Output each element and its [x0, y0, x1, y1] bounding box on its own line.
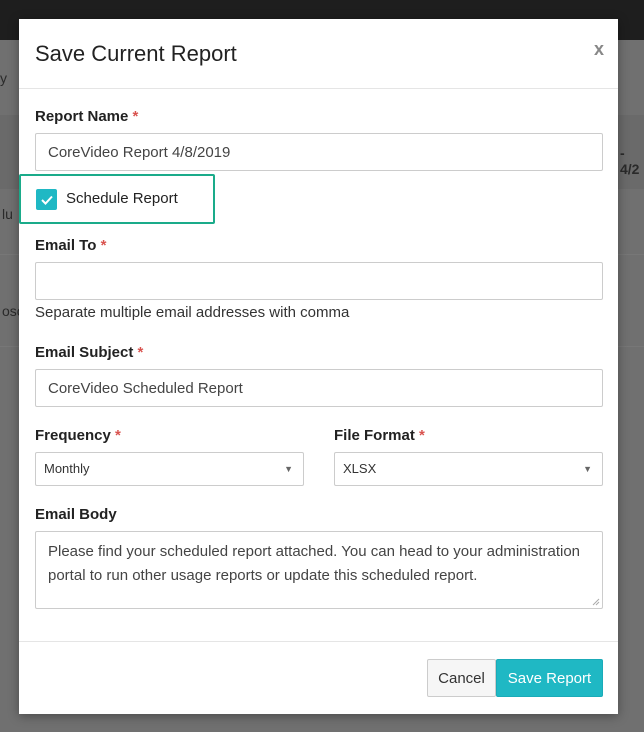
frequency-selected-value: Monthly: [44, 461, 90, 476]
report-name-input[interactable]: [35, 133, 603, 171]
file-format-select[interactable]: XLSX ▼: [334, 452, 603, 486]
dialog-footer: Cancel Save Report: [19, 641, 618, 714]
resize-grip-icon[interactable]: [590, 596, 600, 606]
required-mark: *: [132, 108, 139, 125]
frequency-select[interactable]: Monthly ▼: [35, 452, 304, 486]
frequency-label: Frequency *: [35, 427, 121, 444]
required-mark: *: [419, 427, 425, 444]
required-mark: *: [100, 237, 107, 254]
email-subject-label: Email Subject *: [35, 344, 144, 361]
checkmark-icon: [40, 195, 53, 205]
report-name-label: Report Name *: [35, 108, 139, 125]
close-icon[interactable]: x: [594, 39, 604, 60]
email-to-label: Email To *: [35, 237, 107, 254]
required-mark: *: [137, 344, 144, 361]
schedule-report-highlight: Schedule Report: [19, 174, 215, 224]
file-format-label: File Format *: [334, 427, 425, 444]
background-text-fragment: y: [0, 70, 7, 86]
cancel-button[interactable]: Cancel: [427, 659, 496, 697]
save-report-dialog: Save Current Report x Report Name * Sche…: [19, 19, 618, 714]
email-to-help-text: Separate multiple email addresses with c…: [35, 304, 350, 321]
email-body-textarea[interactable]: Please find your scheduled report attach…: [35, 531, 603, 609]
dialog-title: Save Current Report: [35, 41, 237, 66]
schedule-report-label[interactable]: Schedule Report: [66, 190, 178, 207]
dialog-header: Save Current Report x: [19, 19, 618, 89]
required-mark: *: [115, 427, 121, 444]
email-body-label: Email Body: [35, 506, 117, 523]
file-format-selected-value: XLSX: [343, 461, 377, 476]
caret-down-icon: ▼: [583, 464, 592, 474]
caret-down-icon: ▼: [284, 464, 293, 474]
background-text-fragment: - 4/2: [620, 145, 640, 177]
save-report-button[interactable]: Save Report: [496, 659, 603, 697]
background-text-fragment: lu: [2, 206, 13, 222]
schedule-report-checkbox[interactable]: [36, 189, 57, 210]
email-subject-input[interactable]: [35, 369, 603, 407]
email-to-input[interactable]: [35, 262, 603, 300]
email-body-text: Please find your scheduled report attach…: [48, 543, 581, 584]
